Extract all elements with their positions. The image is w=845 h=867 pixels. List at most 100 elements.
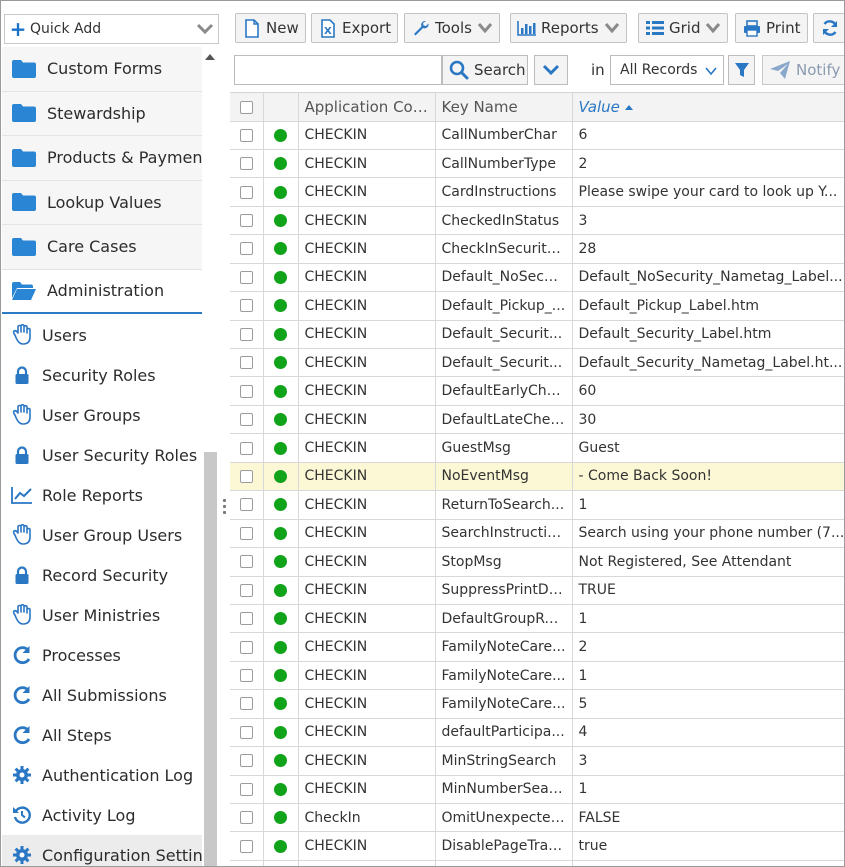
row-checkbox[interactable] (239, 583, 253, 597)
row-checkbox-cell[interactable] (230, 490, 264, 520)
sidebar-item[interactable]: All Submissions (2, 675, 202, 715)
select-all-checkbox-cell[interactable] (230, 93, 264, 122)
row-checkbox-cell[interactable] (230, 149, 264, 179)
new-button[interactable]: New (235, 13, 306, 43)
table-row[interactable]: CHECKIN MinStringSearch 3 (230, 746, 844, 776)
sidebar-folder[interactable]: Custom Forms (2, 47, 202, 92)
sidebar-item[interactable]: User Groups (2, 395, 202, 435)
tools-menu-button[interactable]: Tools (404, 13, 500, 43)
sidebar-item[interactable]: Activity Log (2, 795, 202, 835)
table-row[interactable]: CHECKIN FamilyNoteCare... 1 (230, 661, 844, 691)
sidebar-item[interactable]: Users (2, 315, 202, 355)
column-header-value[interactable]: Value (572, 93, 844, 122)
table-row[interactable]: CHECKIN FamilyNoteCare... 5 (230, 689, 844, 719)
sidebar-item[interactable]: Processes (2, 635, 202, 675)
row-checkbox-cell[interactable] (230, 433, 264, 463)
row-checkbox-cell[interactable] (230, 604, 264, 634)
table-row[interactable]: CheckIn OmitUnexpected... FALSE (230, 803, 844, 833)
sidebar-item[interactable]: User Group Users (2, 515, 202, 555)
row-checkbox-cell[interactable] (230, 320, 264, 350)
row-checkbox[interactable] (239, 384, 253, 398)
row-checkbox[interactable] (239, 469, 253, 483)
table-row[interactable]: CHECKIN StopMsg Not Registered, See Attend… (230, 547, 844, 577)
search-input[interactable] (234, 55, 442, 85)
sidebar-folder[interactable]: Lookup Values (2, 180, 202, 225)
table-row[interactable]: CHECKIN CardInstructions Please swipe your… (230, 177, 844, 207)
sidebar-item[interactable]: All Steps (2, 715, 202, 755)
row-checkbox[interactable] (239, 669, 253, 683)
quick-add-dropdown[interactable]: + Quick Add (4, 14, 219, 44)
table-row[interactable]: CHECKIN DefaultEarlyChe... 60 (230, 376, 844, 406)
table-row[interactable]: CHECKIN defaultParticipa... 4 (230, 718, 844, 748)
sidebar-folder[interactable]: Stewardship (2, 91, 202, 136)
row-checkbox-cell[interactable] (230, 462, 264, 492)
table-row[interactable]: CHECKIN FamilyNoteCare... 2 (230, 632, 844, 662)
sidebar-item[interactable]: User Ministries (2, 595, 202, 635)
export-button[interactable]: X Export (311, 13, 399, 43)
row-checkbox-cell[interactable] (230, 376, 264, 406)
table-row[interactable]: CHECKIN DisablePageTran... true (230, 831, 844, 861)
refresh-button[interactable] (813, 13, 844, 43)
row-checkbox[interactable] (239, 498, 253, 512)
table-row[interactable]: CHECKIN Default_NoSecu... Default_NoSecuri… (230, 263, 844, 293)
row-checkbox-cell[interactable] (230, 803, 264, 833)
row-checkbox[interactable] (239, 555, 253, 569)
sidebar-item[interactable]: Authentication Log (2, 755, 202, 795)
table-row[interactable]: CHECKIN SearchInstructio... Search using y… (230, 519, 844, 549)
row-checkbox-cell[interactable] (230, 206, 264, 236)
row-checkbox[interactable] (239, 839, 253, 853)
table-row[interactable]: CHECKIN CallNumberChar 6 (230, 121, 844, 150)
select-all-checkbox[interactable] (239, 100, 253, 114)
table-row[interactable]: CHECKIN Default_Pickup_... Default_Pickup_… (230, 291, 844, 321)
table-row[interactable]: CHECKIN DefaultLateChec... 30 (230, 405, 844, 435)
column-header-application-code[interactable]: Application Code (298, 93, 436, 122)
row-checkbox[interactable] (239, 441, 253, 455)
row-checkbox[interactable] (239, 811, 253, 825)
sidebar-item[interactable]: Role Reports (2, 475, 202, 515)
table-row[interactable]: CHECKIN Default_Securit... Default_Securit… (230, 348, 844, 378)
row-checkbox[interactable] (239, 782, 253, 796)
table-row[interactable]: CHECKIN MinNumberSear... 1 (230, 775, 844, 805)
sidebar-folder[interactable]: Administration (2, 269, 202, 314)
row-checkbox[interactable] (239, 327, 253, 341)
sidebar-item[interactable]: Record Security (2, 555, 202, 595)
reports-menu-button[interactable]: Reports (510, 13, 627, 43)
row-checkbox-cell[interactable] (230, 718, 264, 748)
table-row[interactable]: CHECKIN CallNumberType 2 (230, 149, 844, 179)
row-checkbox[interactable] (239, 356, 253, 370)
row-checkbox-cell[interactable] (230, 632, 264, 662)
table-row[interactable] (230, 860, 844, 866)
view-select[interactable]: All Records (610, 55, 724, 85)
table-row[interactable]: CHECKIN NoEventMsg - Come Back Soon! (230, 462, 844, 492)
row-checkbox[interactable] (239, 214, 253, 228)
row-checkbox-cell[interactable] (230, 121, 264, 150)
row-checkbox-cell[interactable] (230, 661, 264, 691)
table-row[interactable]: CHECKIN CheckInSecurity... 28 (230, 234, 844, 264)
search-button[interactable]: Search (442, 55, 528, 85)
row-checkbox[interactable] (239, 270, 253, 284)
table-row[interactable]: CHECKIN GuestMsg Guest (230, 433, 844, 463)
row-checkbox-cell[interactable] (230, 746, 264, 776)
drag-handle-icon[interactable] (223, 499, 227, 521)
sidebar-item[interactable]: User Security Roles (2, 435, 202, 475)
row-checkbox[interactable] (239, 128, 253, 142)
row-checkbox[interactable] (239, 612, 253, 626)
row-checkbox-cell[interactable] (230, 831, 264, 861)
filter-button[interactable] (728, 55, 755, 85)
row-checkbox[interactable] (239, 640, 253, 654)
row-checkbox[interactable] (239, 413, 253, 427)
table-row[interactable]: CHECKIN SuppressPrintDi... TRUE (230, 576, 844, 605)
row-checkbox-cell[interactable] (230, 348, 264, 378)
row-checkbox[interactable] (239, 697, 253, 711)
print-button[interactable]: Print (735, 13, 808, 43)
advanced-search-toggle[interactable] (534, 55, 568, 85)
row-checkbox-cell[interactable] (230, 547, 264, 577)
row-checkbox-cell[interactable] (230, 775, 264, 805)
row-checkbox-cell[interactable] (230, 234, 264, 264)
row-checkbox[interactable] (239, 157, 253, 171)
row-checkbox-cell[interactable] (230, 689, 264, 719)
row-checkbox[interactable] (239, 299, 253, 313)
sidebar-scroll-thumb[interactable] (204, 452, 217, 866)
notify-button[interactable]: Notify (762, 55, 844, 85)
row-checkbox-cell[interactable] (230, 291, 264, 321)
